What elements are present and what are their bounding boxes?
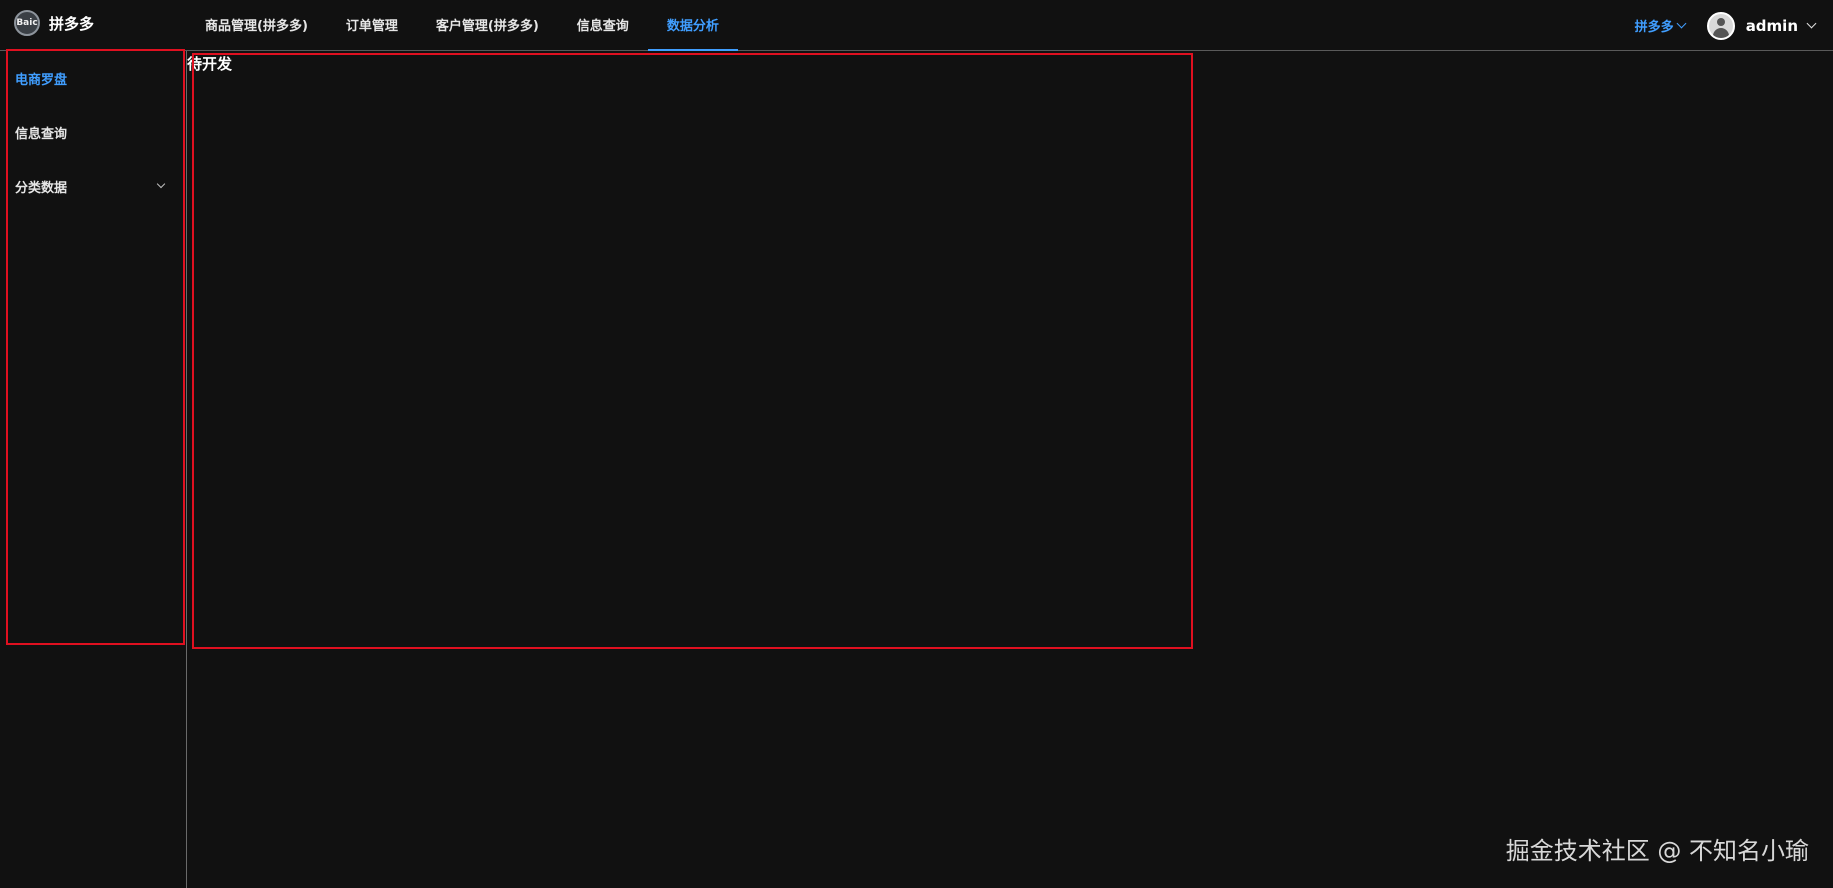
chevron-down-icon: [1676, 18, 1687, 29]
top-nav-item-data-analysis[interactable]: 数据分析: [647, 0, 738, 51]
brand-logo-icon: Baic: [14, 10, 40, 36]
page-title: 待开发: [187, 55, 233, 73]
chevron-down-icon: [1806, 18, 1817, 29]
sidebar-item-category-data[interactable]: 分类数据: [0, 159, 186, 213]
top-header: Baic 拼多多 商品管理(拼多多) 订单管理 客户管理(拼多多) 信息查询 数…: [0, 0, 1833, 51]
watermark: 掘金技术社区 @ 不知名小瑜: [1505, 837, 1809, 865]
top-nav-item-order-management[interactable]: 订单管理: [327, 0, 417, 51]
user-avatar-icon[interactable]: [1706, 11, 1735, 40]
platform-select[interactable]: 拼多多: [1634, 16, 1687, 35]
avatar-head: [1716, 17, 1725, 26]
sidebar-item-info-query[interactable]: 信息查询: [0, 105, 186, 159]
top-nav-item-product-management[interactable]: 商品管理(拼多多): [186, 0, 327, 51]
top-nav: 商品管理(拼多多) 订单管理 客户管理(拼多多) 信息查询 数据分析: [186, 0, 738, 51]
sidebar-item-label: 电商罗盘: [15, 72, 68, 88]
avatar-body: [1712, 27, 1729, 38]
chevron-down-icon: [156, 179, 166, 189]
user-menu[interactable]: admin: [1745, 16, 1817, 35]
top-nav-item-info-query[interactable]: 信息查询: [558, 0, 648, 51]
sidebar-item-label: 分类数据: [15, 180, 68, 196]
brand[interactable]: Baic 拼多多: [14, 10, 94, 36]
sidebar-item-ecommerce-compass[interactable]: 电商罗盘: [0, 51, 186, 105]
sidebar: 电商罗盘 信息查询 分类数据: [0, 51, 187, 888]
platform-select-value: 拼多多: [1634, 20, 1674, 35]
header-right: 拼多多 admin: [1634, 0, 1817, 51]
highlight-box-content: [192, 53, 1193, 649]
user-name: admin: [1745, 16, 1798, 35]
sidebar-item-label: 信息查询: [15, 126, 68, 142]
top-nav-item-customer-management[interactable]: 客户管理(拼多多): [417, 0, 558, 51]
brand-title: 拼多多: [49, 14, 95, 33]
brand-logo-text: Baic: [16, 18, 38, 28]
